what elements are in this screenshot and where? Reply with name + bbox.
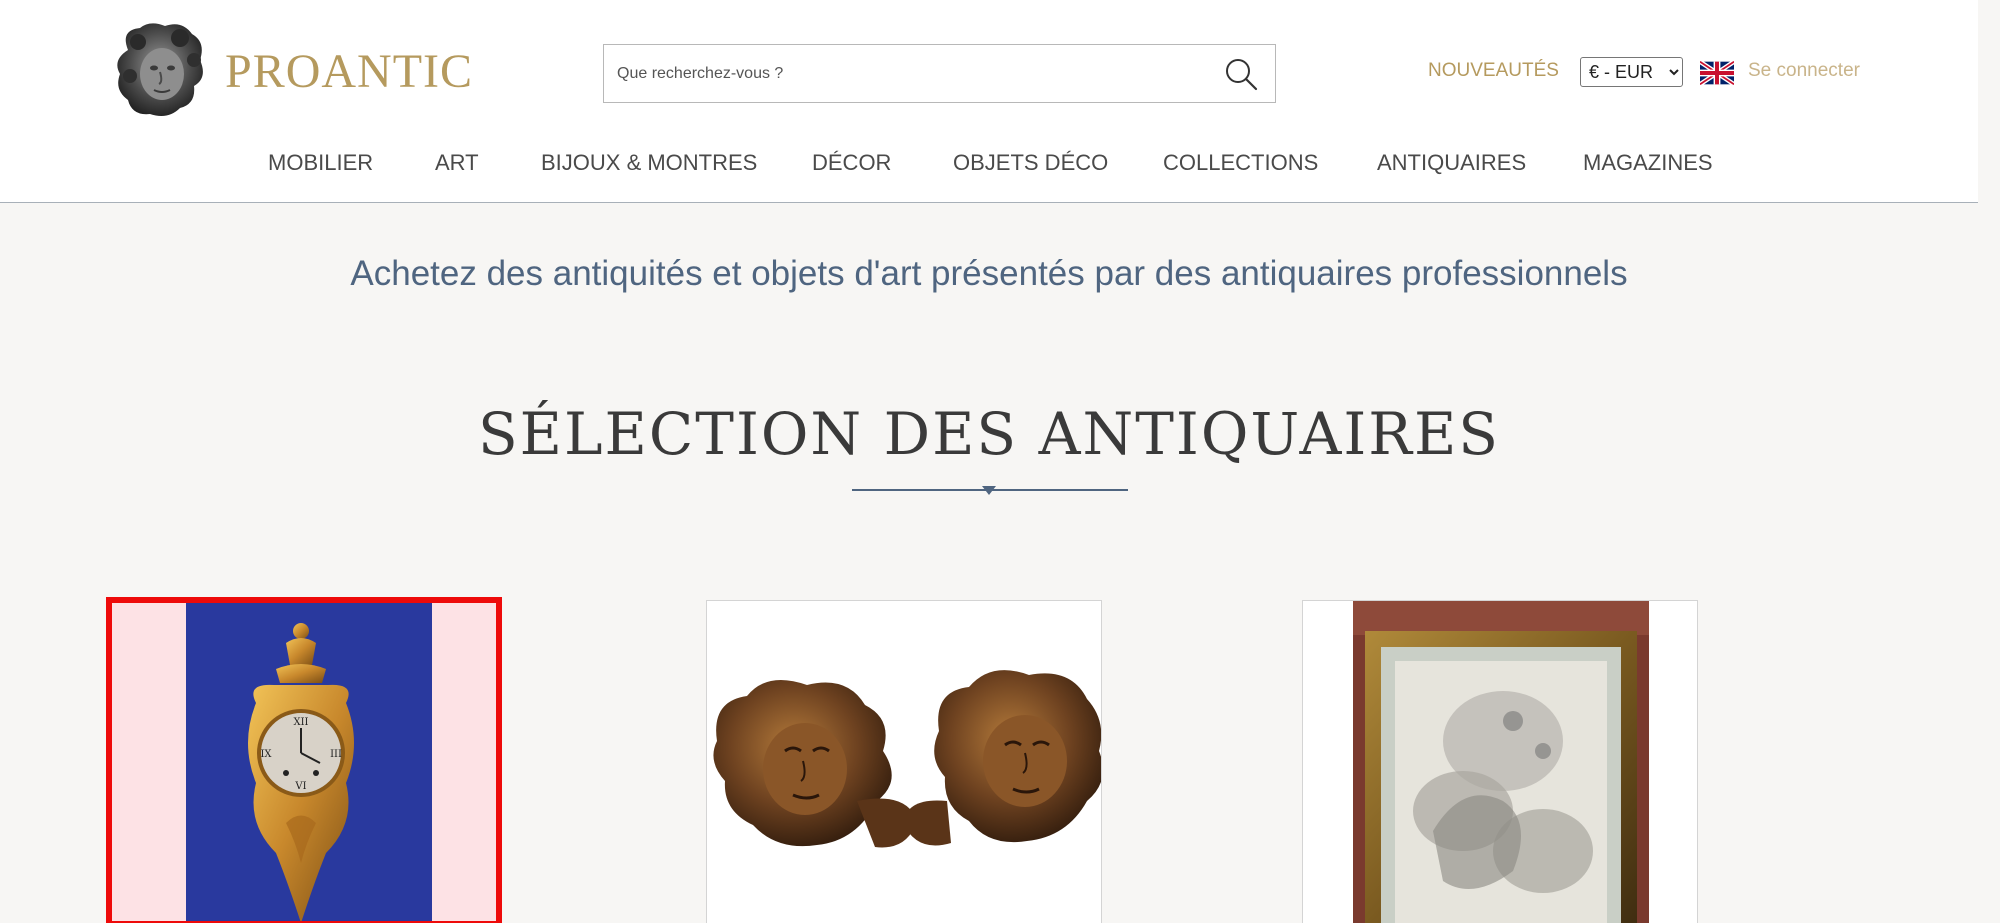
search-bar	[603, 44, 1276, 103]
product-card-clock[interactable]: XII III VI IX	[106, 597, 502, 923]
cherubs-image	[707, 601, 1101, 923]
menu-item-collections[interactable]: COLLECTIONS	[1163, 150, 1318, 176]
menu-item-decor[interactable]: DÉCOR	[812, 150, 891, 176]
product-card-cherubs[interactable]	[706, 600, 1102, 923]
search-icon[interactable]	[1223, 56, 1259, 92]
site-header: PROANTIC NOUVEAUTÉS € - EUR Se connecter…	[0, 0, 1978, 203]
menu-item-magazines[interactable]: MAGAZINES	[1583, 150, 1713, 176]
tagline: Achetez des antiquités et objets d'art p…	[350, 254, 1628, 293]
uk-flag-icon[interactable]	[1700, 61, 1734, 85]
clock-image: XII III VI IX	[186, 603, 432, 921]
divider-diamond-icon	[982, 486, 996, 495]
svg-text:XII: XII	[293, 717, 308, 728]
menu-item-mobilier[interactable]: MOBILIER	[268, 150, 373, 176]
menu-item-art[interactable]: ART	[435, 150, 479, 176]
currency-select[interactable]: € - EUR	[1580, 57, 1683, 87]
menu-item-objets-deco[interactable]: OBJETS DÉCO	[953, 150, 1108, 176]
svg-text:III: III	[330, 749, 342, 760]
svg-text:IX: IX	[260, 749, 272, 760]
section-title: SÉLECTION DES ANTIQUAIRES	[477, 400, 1501, 468]
login-link[interactable]: Se connecter	[1748, 60, 1860, 82]
search-input[interactable]	[604, 45, 1204, 102]
main-menu: MOBILIER ART BIJOUX & MONTRES DÉCOR OBJE…	[0, 150, 1978, 180]
brand-name[interactable]: PROANTIC	[225, 44, 473, 99]
svg-text:VI: VI	[294, 781, 306, 792]
cherub-logo-icon[interactable]	[110, 20, 210, 122]
menu-item-antiquaires[interactable]: ANTIQUAIRES	[1377, 150, 1526, 176]
nouveautes-link[interactable]: NOUVEAUTÉS	[1428, 60, 1559, 82]
product-card-drawing[interactable]	[1302, 600, 1698, 923]
drawing-image	[1353, 601, 1649, 923]
menu-item-bijoux-montres[interactable]: BIJOUX & MONTRES	[541, 150, 757, 176]
